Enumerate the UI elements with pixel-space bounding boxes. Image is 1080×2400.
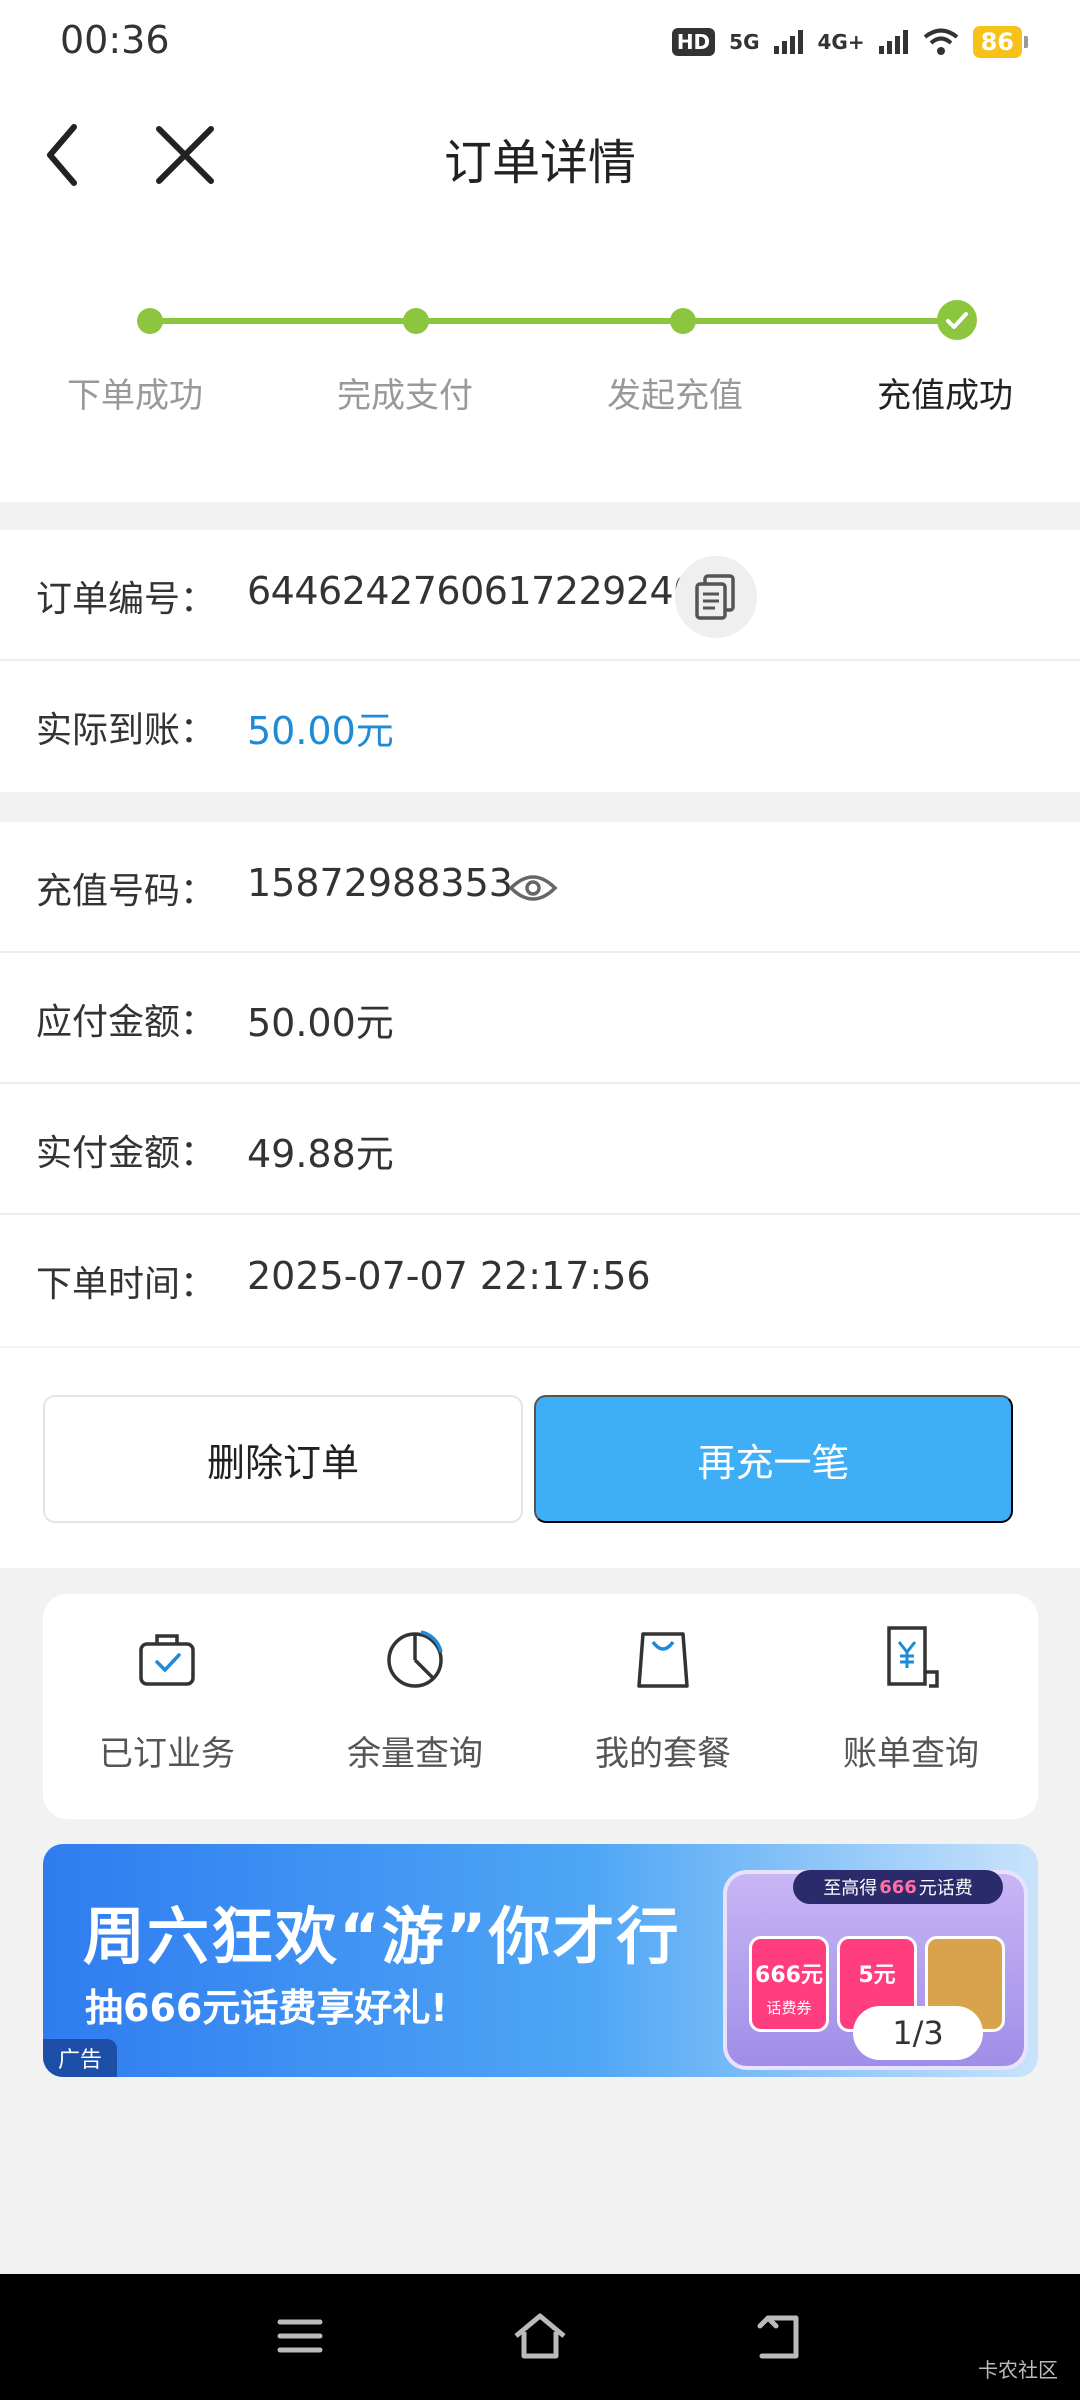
quick-link-plan[interactable]: 我的套餐 (539, 1624, 787, 1794)
menu-icon[interactable] (268, 2304, 332, 2368)
payable-amount-row: 应付金额： 50.00元 (0, 953, 1080, 1084)
banner-chip: 至高得 666 元话费 (793, 1870, 1003, 1904)
paid-amount-row: 实付金额： 49.88元 (0, 1084, 1080, 1215)
banner-chip-pre: 至高得 (823, 1878, 878, 1899)
bill-yuan-icon (887, 1626, 939, 1688)
phone-number-label: 充值号码： (36, 871, 217, 912)
status-time: 00:36 (60, 18, 170, 62)
banner-pager: 1/3 (853, 2006, 983, 2060)
recharge-info-section: 充值号码： 15872988353 应付金额： 50.00元 实付金额： 49.… (0, 822, 1080, 1346)
order-number-value: 6446242760617229240 (247, 569, 697, 613)
paid-amount-label: 实付金额： (36, 1133, 217, 1174)
progress-step-label-active: 充值成功 (877, 376, 1013, 416)
quick-link-subscribed[interactable]: 已订业务 (43, 1624, 291, 1794)
banner-chip-post: 元话费 (918, 1878, 973, 1899)
pie-chart-icon (387, 1630, 443, 1688)
home-icon[interactable] (508, 2304, 572, 2368)
order-time-value: 2025-07-07 22:17:56 (247, 1254, 651, 1298)
page-title: 订单详情 (443, 135, 636, 191)
payable-amount-label: 应付金额： (36, 1002, 217, 1043)
phone-number-row: 充值号码： 15872988353 (0, 822, 1080, 953)
quick-link-label: 已订业务 (99, 1734, 235, 1774)
banner-card-1: 666元 话费券 (749, 1936, 829, 2032)
payable-amount-value: 50.00元 (247, 1001, 394, 1045)
quick-link-label: 我的套餐 (595, 1734, 731, 1774)
banner-subtitle: 抽666元话费享好礼! (85, 1986, 448, 2030)
ad-badge: 广告 (43, 2039, 117, 2077)
signal-4g-icon: 4G+ (817, 30, 865, 54)
banner-title: 周六狂欢“游”你才行 (83, 1900, 681, 1973)
status-icons: HD 5G 4G+ 86 (671, 20, 1029, 64)
progress-dot-2 (403, 308, 429, 334)
order-info-section: 订单编号： 6446242760617229240 实际到账： 50.00元 (0, 530, 1080, 792)
progress-step-label: 完成支付 (337, 376, 473, 416)
banner-chip-num: 666 (879, 1876, 917, 1898)
battery-icon: 86 (972, 26, 1029, 58)
check-icon (937, 300, 977, 340)
system-nav-bar (0, 2274, 1080, 2400)
progress-dot-1 (137, 308, 163, 334)
delete-order-button[interactable]: 删除订单 (43, 1395, 523, 1523)
progress-step-label: 发起充值 (607, 376, 743, 416)
banner-card-2-value: 5元 (858, 1963, 896, 1988)
order-progress: 下单成功 完成支付 发起充值 充值成功 (0, 230, 1080, 502)
paid-amount-value: 49.88元 (247, 1132, 394, 1176)
quick-link-balance[interactable]: 余量查询 (291, 1624, 539, 1794)
signal-bars-icon-2 (878, 30, 908, 54)
received-amount-label: 实际到账： (36, 710, 217, 751)
briefcase-check-icon (139, 1634, 195, 1686)
wifi-icon (923, 28, 958, 55)
watermark: 卡农社区 (978, 2358, 1058, 2382)
back-nav-icon[interactable] (748, 2304, 812, 2368)
action-bar: 删除订单 再充一笔 (0, 1348, 1080, 1568)
quick-link-label: 余量查询 (347, 1734, 483, 1774)
received-amount-row: 实际到账： 50.00元 (0, 661, 1080, 792)
phone-number-value: 15872988353 (247, 861, 513, 905)
copy-icon (695, 574, 735, 620)
progress-line (150, 318, 955, 324)
quick-link-bill[interactable]: 账单查询 (787, 1624, 1035, 1794)
order-number-label: 订单编号： (36, 579, 217, 620)
shopping-bag-icon (637, 1632, 689, 1688)
order-time-row: 下单时间： 2025-07-07 22:17:56 (0, 1215, 1080, 1346)
quick-links: 已订业务 余量查询 我的套餐 账单查询 (43, 1594, 1038, 1819)
promo-banner[interactable]: 周六狂欢“游”你才行 抽666元话费享好礼! 至高得 666 元话费 666元 … (43, 1844, 1038, 2077)
eye-icon[interactable] (508, 870, 558, 906)
hd-voice-icon: HD (671, 28, 716, 56)
banner-card-1-value: 666元 (755, 1963, 823, 1988)
order-number-row: 订单编号： 6446242760617229240 (0, 530, 1080, 661)
signal-5g-icon: 5G (729, 30, 760, 54)
recharge-again-button[interactable]: 再充一笔 (534, 1395, 1013, 1523)
signal-bars-icon (773, 30, 803, 54)
order-time-label: 下单时间： (36, 1264, 217, 1305)
copy-button[interactable] (675, 556, 757, 638)
app-header: 订单详情 (0, 80, 1080, 230)
progress-dot-3 (670, 308, 696, 334)
status-bar: 00:36 HD 5G 4G+ 86 (0, 0, 1080, 80)
quick-link-label: 账单查询 (843, 1734, 979, 1774)
progress-step-label: 下单成功 (67, 376, 203, 416)
banner-card-1-sub: 话费券 (766, 1999, 812, 2017)
received-amount-value: 50.00元 (247, 709, 394, 753)
